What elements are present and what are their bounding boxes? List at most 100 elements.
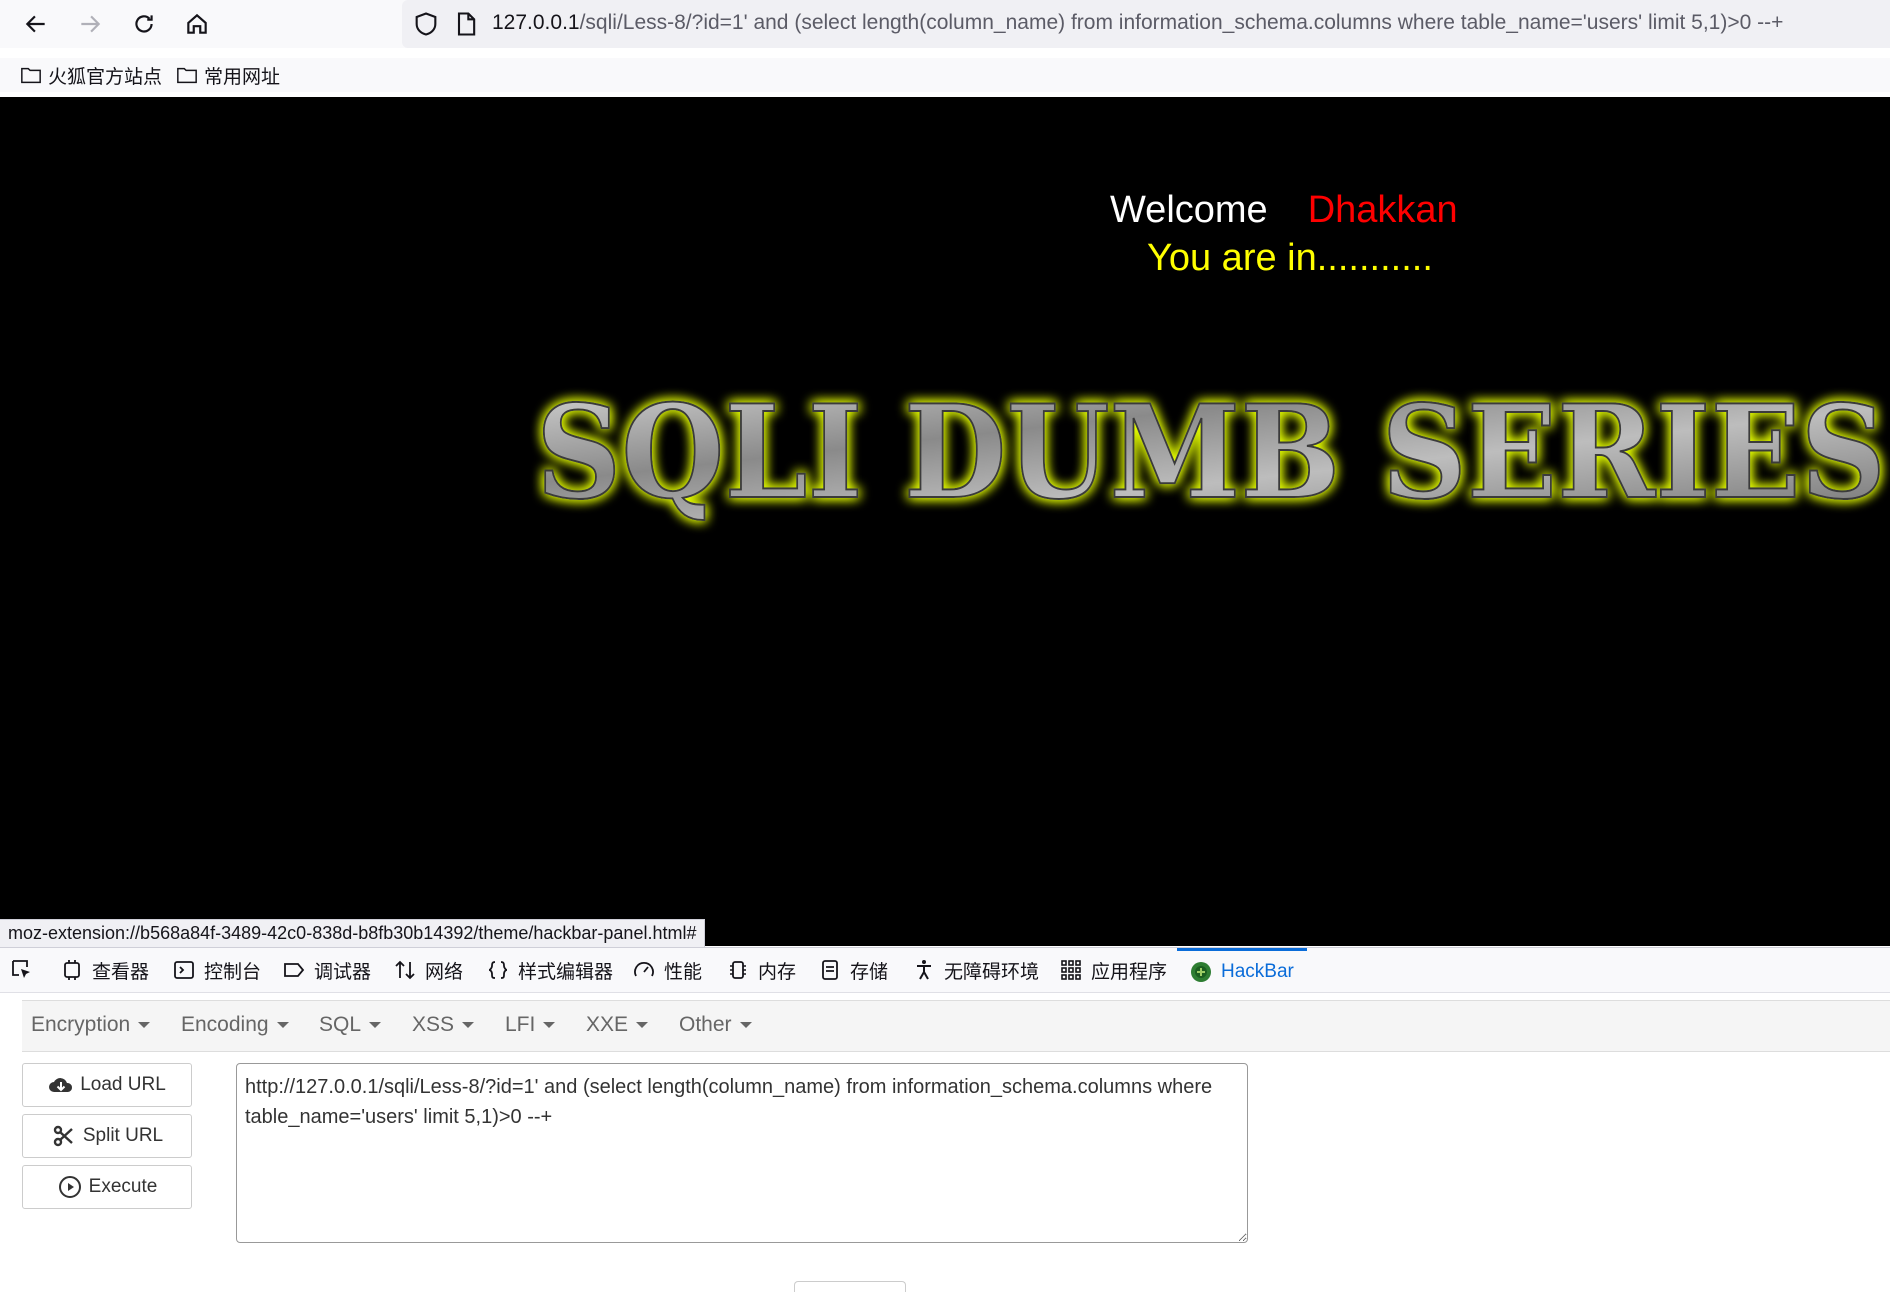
reload-icon <box>135 15 153 33</box>
execute-button[interactable]: Execute <box>22 1165 192 1209</box>
menu-sql[interactable]: SQL <box>319 1013 382 1037</box>
menu-lfi[interactable]: LFI <box>505 1013 556 1037</box>
arrow-right-icon <box>81 15 101 33</box>
menu-label: Encryption <box>31 1013 131 1036</box>
caret-down-icon <box>138 1022 151 1029</box>
link-status-bar: moz-extension://b568a84f-3489-42c0-838d-… <box>0 919 706 948</box>
page-content: Welcome Dhakkan You are in........... SQL… <box>0 97 1890 946</box>
play-circle-icon <box>58 1176 81 1198</box>
console-icon <box>174 961 194 979</box>
menu-other[interactable]: Other <box>679 1013 752 1037</box>
memory-icon <box>730 961 746 979</box>
tab-application[interactable]: 应用程序 <box>1059 948 1167 992</box>
bookmark-label: 火狐官方站点 <box>48 66 163 88</box>
login-status: You are in........... <box>1147 237 1433 279</box>
menu-encoding[interactable]: Encoding <box>181 1013 289 1037</box>
tab-label: HackBar <box>1221 960 1294 982</box>
page-info-icon[interactable] <box>452 10 480 38</box>
tab-debugger[interactable]: 调试器 <box>282 948 371 992</box>
welcome-text: Welcome <box>1110 189 1268 231</box>
gauge-icon <box>634 962 654 977</box>
tab-performance[interactable]: 性能 <box>632 948 702 992</box>
accessibility-icon <box>917 960 931 980</box>
scissors-icon <box>53 1125 73 1147</box>
banner-text: SQLI DUMB SERIES <box>536 378 1886 528</box>
button-label: Load URL <box>80 1074 166 1095</box>
arrow-left-icon <box>25 15 45 33</box>
menu-label: LFI <box>505 1013 536 1036</box>
hackbar-bottom-tab[interactable] <box>794 1281 906 1292</box>
menu-encryption[interactable]: Encryption <box>31 1013 151 1037</box>
home-icon <box>187 13 207 34</box>
bookmark-folder[interactable]: 火狐官方站点 <box>20 62 162 88</box>
grid-icon <box>1061 960 1081 980</box>
tab-label: 内存 <box>758 961 797 983</box>
devtools-tabbar: 查看器 控制台 调试器 网络 样式编辑器 性能 内存 存储 无障碍环境 应用程序… <box>0 948 1890 993</box>
caret-down-icon <box>739 1022 752 1029</box>
url-bar[interactable]: 127.0.0.1/sqli/Less-8/?id=1' and (select… <box>402 0 1890 48</box>
tab-label: 调试器 <box>314 961 372 983</box>
tab-label: 网络 <box>425 961 464 983</box>
tab-memory[interactable]: 内存 <box>726 948 796 992</box>
tab-label: 无障碍环境 <box>944 961 1040 983</box>
caret-down-icon <box>369 1022 382 1029</box>
button-label: Execute <box>88 1176 158 1197</box>
hackbar-icon <box>1191 961 1211 982</box>
caret-down-icon <box>462 1022 475 1029</box>
menu-label: Encoding <box>181 1013 269 1036</box>
shield-icon[interactable] <box>412 10 440 38</box>
browser-toolbar: 127.0.0.1/sqli/Less-8/?id=1' and (select… <box>0 0 1890 48</box>
url-path: /sqli/Less-8/?id=1' and (select length(c… <box>579 11 1784 34</box>
tab-storage[interactable]: 存储 <box>818 948 888 992</box>
home-button[interactable] <box>179 6 215 42</box>
devtools-panel: 查看器 控制台 调试器 网络 样式编辑器 性能 内存 存储 无障碍环境 应用程序… <box>0 947 1890 1292</box>
element-picker-icon <box>12 960 30 978</box>
url-text[interactable]: 127.0.0.1/sqli/Less-8/?id=1' and (select… <box>492 11 1783 35</box>
url-host: 127.0.0.1 <box>492 11 580 34</box>
hackbar-url-input[interactable]: http://127.0.0.1/sqli/Less-8/?id=1' and … <box>236 1063 1248 1243</box>
tab-inspector[interactable]: 查看器 <box>60 948 149 992</box>
menu-label: XSS <box>412 1013 455 1036</box>
menu-label: XXE <box>586 1013 629 1036</box>
tab-style-editor[interactable]: 样式编辑器 <box>486 948 613 992</box>
braces-icon <box>488 961 508 979</box>
menu-xxe[interactable]: XXE <box>586 1013 649 1037</box>
tab-label: 应用程序 <box>1091 961 1168 983</box>
back-button[interactable] <box>18 6 54 42</box>
hackbar-menu: Encryption Encoding SQL XSS LFI XXE Othe… <box>22 1000 1890 1052</box>
tab-label: 控制台 <box>204 961 262 983</box>
menu-label: SQL <box>319 1013 362 1036</box>
cloud-download-icon <box>49 1078 73 1092</box>
inspector-icon <box>64 960 80 980</box>
tab-label: 性能 <box>664 961 703 983</box>
bookmarks-bar: 火狐官方站点 常用网址 <box>0 58 1890 92</box>
welcome-line: Welcome Dhakkan <box>1110 189 1458 232</box>
debugger-icon <box>284 963 305 977</box>
element-picker-button[interactable] <box>10 948 34 992</box>
folder-icon <box>177 67 197 84</box>
folder-icon <box>21 67 41 84</box>
caret-down-icon <box>276 1022 289 1029</box>
load-url-button[interactable]: Load URL <box>22 1063 192 1107</box>
reload-button[interactable] <box>126 6 162 42</box>
caret-down-icon <box>636 1022 649 1029</box>
tab-label: 样式编辑器 <box>518 961 614 983</box>
tab-console[interactable]: 控制台 <box>172 948 261 992</box>
tab-label: 存储 <box>850 961 889 983</box>
user-name: Dhakkan <box>1307 189 1458 231</box>
bookmark-folder[interactable]: 常用网址 <box>176 62 280 88</box>
forward-button[interactable] <box>72 6 108 42</box>
storage-icon <box>822 960 838 980</box>
tab-network[interactable]: 网络 <box>393 948 463 992</box>
tab-label: 查看器 <box>92 961 150 983</box>
tab-hackbar[interactable]: HackBar <box>1177 948 1307 992</box>
bookmark-label: 常用网址 <box>204 66 281 88</box>
sqli-dumb-series-banner: SQLI DUMB SERIES <box>535 377 1887 529</box>
network-icon <box>395 960 415 980</box>
button-label: Split URL <box>82 1125 164 1146</box>
menu-label: Other <box>679 1013 732 1036</box>
split-url-button[interactable]: Split URL <box>22 1114 192 1158</box>
menu-xss[interactable]: XSS <box>412 1013 475 1037</box>
caret-down-icon <box>543 1022 556 1029</box>
tab-accessibility[interactable]: 无障碍环境 <box>912 948 1039 992</box>
